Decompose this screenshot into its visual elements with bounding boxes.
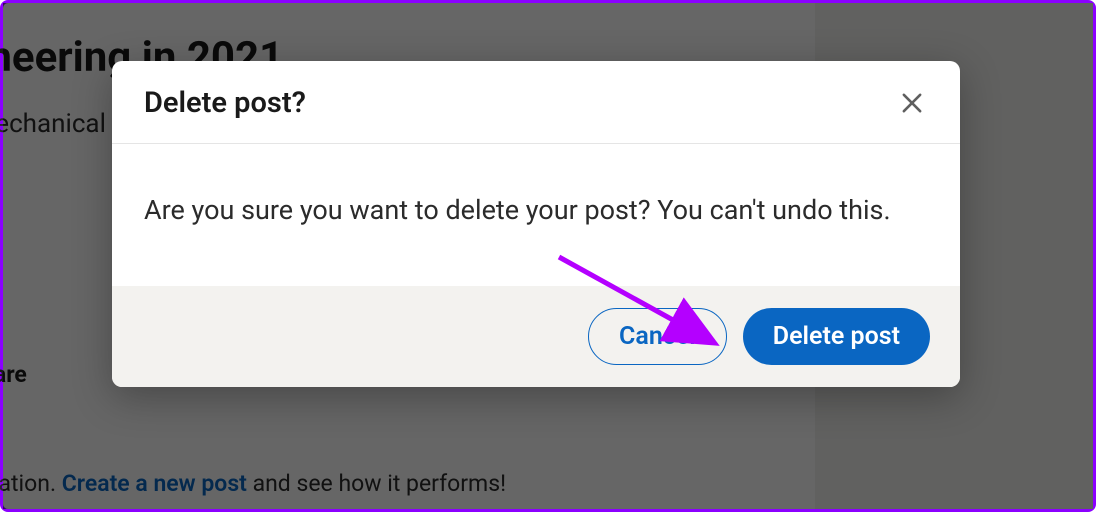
modal-body: Are you sure you want to delete your pos… [112, 144, 960, 286]
delete-post-modal: Delete post? Are you sure you want to de… [112, 61, 960, 387]
modal-header: Delete post? [112, 61, 960, 144]
modal-message: Are you sure you want to delete your pos… [144, 192, 928, 230]
modal-footer: Cancel Delete post [112, 286, 960, 387]
cancel-button[interactable]: Cancel [588, 308, 727, 365]
close-button[interactable] [894, 85, 930, 121]
modal-title: Delete post? [144, 86, 306, 120]
delete-post-button[interactable]: Delete post [743, 308, 930, 365]
close-icon [898, 89, 926, 117]
